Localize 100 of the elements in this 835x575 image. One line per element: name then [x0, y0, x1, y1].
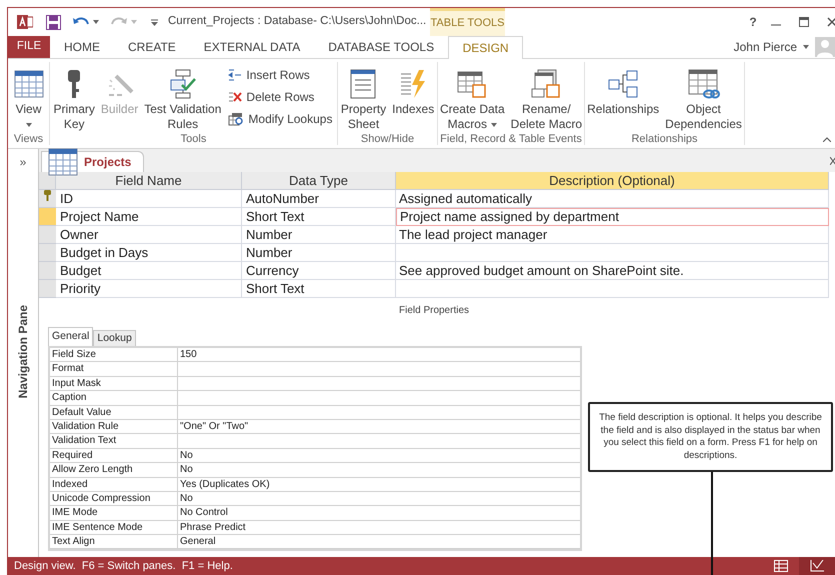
table-cell[interactable]: ID	[56, 190, 242, 208]
table-cell[interactable]: Project name assigned by department	[396, 208, 829, 226]
lookup-table-icon	[228, 112, 244, 126]
close-icon[interactable]	[827, 17, 835, 27]
ribbon-command[interactable]: Rename/ Delete Macro	[508, 62, 586, 132]
property-label: Unicode Compression	[50, 492, 178, 506]
property-value[interactable]: Yes (Duplicates OK)	[178, 478, 580, 491]
property-value[interactable]: 150	[178, 348, 580, 362]
table-cell[interactable]: Project Name	[56, 208, 242, 226]
table-link-icon	[688, 69, 720, 99]
ribbon-command[interactable]: Relationships	[584, 62, 662, 117]
property-value[interactable]: General	[178, 535, 580, 548]
ribbon-command[interactable]: Modify Lookups	[224, 108, 336, 130]
ribbon-command[interactable]: Test Validation Rules	[141, 62, 224, 132]
property-label: Text Align	[50, 535, 178, 548]
datasheet-icon	[14, 70, 44, 98]
property-label: Indexed	[50, 478, 178, 491]
ribbon-tab[interactable]: DATABASE TOOLS	[314, 36, 448, 58]
property-label: Allow Zero Length	[50, 463, 178, 477]
caret-icon	[93, 20, 99, 24]
database-app-icon[interactable]	[17, 14, 33, 30]
property-label: Default Value	[50, 406, 178, 419]
property-sheet-icon	[350, 69, 376, 99]
select-all-corner[interactable]	[39, 172, 56, 190]
group-label: Views	[14, 132, 44, 146]
section-title: Field Properties	[398, 304, 470, 318]
ribbon-command[interactable]: Delete Rows	[224, 86, 336, 108]
save-icon[interactable]	[46, 14, 61, 30]
table-cell[interactable]: Short Text	[242, 280, 396, 298]
group-label: Show/Hide	[360, 132, 414, 146]
table-cell[interactable]: Budget	[56, 262, 242, 280]
table-macro-icon	[457, 69, 488, 99]
property-label: Input Mask	[50, 376, 178, 390]
ribbon-tab[interactable]: DESIGN	[448, 36, 524, 59]
empty-cell[interactable]	[396, 244, 829, 262]
ribbon-tab[interactable]: EXTERNAL DATA	[190, 36, 314, 58]
property-label: Validation Rule	[50, 420, 178, 434]
property-value[interactable]: No Control	[178, 506, 580, 520]
collapse-ribbon-icon[interactable]	[823, 137, 831, 142]
column-header[interactable]: Description (Optional)	[396, 172, 829, 190]
status-text: Design view. F6 = Switch panes. F1 = Help.	[14, 558, 233, 574]
maximize-icon[interactable]	[799, 17, 809, 27]
ribbon-command[interactable]: Indexes	[389, 62, 438, 117]
customize-toolbar-icon[interactable]	[151, 18, 158, 26]
ribbon-tab[interactable]: CREATE	[114, 36, 190, 58]
ribbon-command[interactable]: Create Data Macros	[436, 62, 508, 132]
ribbon-tab[interactable]: HOME	[50, 36, 114, 58]
table-cell[interactable]: Currency	[242, 262, 396, 280]
table-cell[interactable]: AutoNumber	[242, 190, 396, 208]
navigation-pane[interactable]: » Navigation Pane	[8, 149, 39, 557]
caret-icon	[803, 44, 809, 49]
table-cell[interactable]: Number	[242, 226, 396, 244]
datasheet-view-icon	[774, 560, 788, 572]
file-tab[interactable]: FILE	[8, 36, 50, 58]
property-label: IME Mode	[50, 506, 178, 520]
ribbon-command[interactable]: View	[10, 62, 46, 132]
expand-pane-button[interactable]: »	[20, 153, 26, 171]
insert-rows-icon	[228, 69, 242, 81]
key-icon	[67, 69, 82, 99]
contextual-tab-group: TABLE TOOLS	[430, 8, 505, 36]
caret-icon	[26, 122, 32, 126]
property-label: Field Size	[50, 348, 178, 362]
ribbon-command[interactable]: Insert Rows	[224, 64, 336, 86]
table-cell[interactable]: Assigned automatically	[396, 190, 829, 208]
table-cell[interactable]: Owner	[56, 226, 242, 244]
property-tab[interactable]: Lookup	[93, 330, 136, 346]
ribbon-command[interactable]: Object Dependencies	[662, 62, 745, 132]
row-selector[interactable]	[39, 190, 56, 208]
close-icon[interactable]	[830, 157, 835, 165]
table-cell[interactable]: Budget in Days	[56, 244, 242, 262]
property-value[interactable]: No	[178, 448, 580, 462]
table-cell[interactable]: Number	[242, 244, 396, 262]
property-label: Validation Text	[50, 434, 178, 448]
property-label: IME Sentence Mode	[50, 520, 178, 534]
user-name[interactable]: John Pierce	[734, 38, 797, 56]
column-header[interactable]: Field Name	[56, 172, 242, 190]
table-cell[interactable]: See approved budget amount on SharePoint site.	[396, 262, 829, 280]
property-value[interactable]: "One" Or "Two"	[178, 420, 580, 434]
table-cell[interactable]: The lead project manager	[396, 226, 829, 244]
stacked-macro-icon	[531, 69, 562, 99]
group-label: Relationships	[631, 132, 698, 146]
property-value[interactable]: No	[178, 492, 580, 506]
column-header[interactable]: Data Type	[242, 172, 396, 190]
flowchart-check-icon	[168, 69, 198, 99]
view-button[interactable]	[799, 557, 835, 575]
property-label: Required	[50, 448, 178, 462]
design-view-icon	[810, 560, 824, 572]
table-cell[interactable]: Short Text	[242, 208, 396, 226]
property-tab[interactable]: General	[48, 327, 94, 346]
delete-rows-icon	[228, 91, 242, 103]
property-value[interactable]: Phrase Predict	[178, 520, 580, 534]
help-button[interactable]: ?	[739, 13, 767, 31]
empty-cell[interactable]	[396, 280, 829, 298]
ribbon-command[interactable]: Primary Key	[50, 62, 98, 132]
property-value[interactable]: No	[178, 463, 580, 477]
callout-text: The field description is optional. It helps you describe the field and is also displayed in the status bar when you select this field on a form. Press F1 for help on descriptions.	[598, 412, 823, 462]
table-cell[interactable]: Priority	[56, 280, 242, 298]
ribbon-command[interactable]: Property Sheet	[338, 62, 390, 132]
property-label: Format	[50, 362, 178, 376]
pane-label: Navigation Pane	[15, 305, 31, 398]
